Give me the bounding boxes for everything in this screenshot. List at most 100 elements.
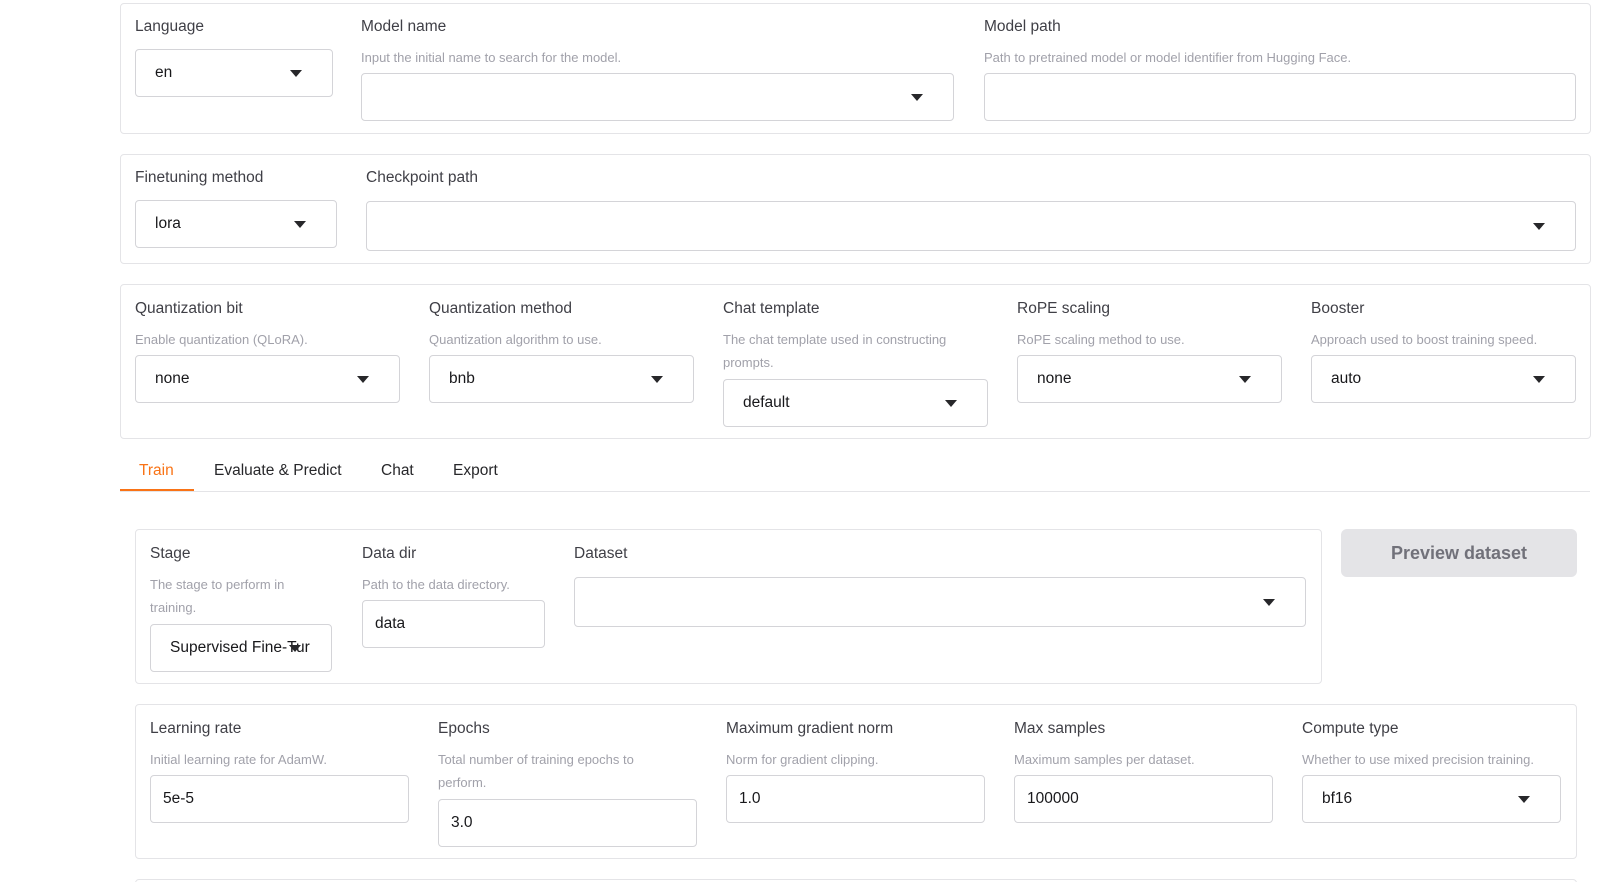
- language-value: en: [155, 64, 173, 81]
- chevron-down-icon: [945, 400, 957, 407]
- finetune-method-dropdown[interactable]: lora: [135, 200, 337, 248]
- chevron-down-icon: [290, 70, 302, 77]
- model-name-info: Input the initial name to search for the…: [361, 50, 622, 65]
- max-grad-norm-field: Maximum gradient norm Norm for gradient …: [726, 720, 985, 824]
- data-dir-info: Path to the data directory.: [362, 577, 510, 592]
- chevron-down-icon: [1263, 599, 1275, 606]
- epochs-input[interactable]: 3.0: [438, 799, 697, 847]
- chat-template-label: Chat template: [723, 300, 820, 317]
- chevron-down-icon: [1533, 223, 1545, 230]
- finetune-method-label: Finetuning method: [135, 169, 264, 186]
- tab-chat[interactable]: Chat: [381, 462, 414, 480]
- active-tab-indicator: [120, 489, 194, 491]
- epochs-label: Epochs: [438, 720, 490, 737]
- max-samples-value: 100000: [1027, 790, 1079, 807]
- quant-bit-label: Quantization bit: [135, 300, 243, 317]
- booster-field: Booster Approach used to boost training …: [1311, 300, 1576, 404]
- max-samples-label: Max samples: [1014, 720, 1106, 737]
- stage-dropdown[interactable]: Supervised Fine-Tur: [150, 624, 332, 672]
- preview-dataset-button[interactable]: Preview dataset: [1341, 529, 1577, 577]
- learning-rate-value: 5e-5: [163, 790, 195, 807]
- stage-field: Stage The stage to perform in training. …: [150, 545, 332, 673]
- chevron-down-icon: [651, 376, 663, 383]
- chat-template-field: Chat template The chat template used in …: [723, 300, 988, 428]
- quant-method-dropdown[interactable]: bnb: [429, 355, 694, 403]
- chat-template-value: default: [743, 394, 790, 411]
- chevron-down-icon: [357, 376, 369, 383]
- booster-info: Approach used to boost training speed.: [1311, 332, 1538, 347]
- rope-scaling-field: RoPE scaling RoPE scaling method to use.…: [1017, 300, 1282, 404]
- tab-evaluate-predict[interactable]: Evaluate & Predict: [214, 462, 342, 480]
- model-path-label: Model path: [984, 18, 1061, 35]
- quant-bit-info: Enable quantization (QLoRA).: [135, 332, 308, 347]
- max-samples-info: Maximum samples per dataset.: [1014, 752, 1195, 767]
- learning-rate-info: Initial learning rate for AdamW.: [150, 752, 328, 767]
- quant-bit-dropdown[interactable]: none: [135, 355, 400, 403]
- max-grad-norm-info: Norm for gradient clipping.: [726, 752, 879, 767]
- compute-type-dropdown[interactable]: bf16: [1302, 775, 1561, 823]
- language-field: Language en: [135, 18, 333, 98]
- checkpoint-path-dropdown[interactable]: [366, 201, 1576, 251]
- compute-type-value: bf16: [1322, 790, 1353, 807]
- finetune-method-field: Finetuning method lora: [135, 169, 337, 249]
- checkpoint-path-field: Checkpoint path: [366, 169, 1576, 251]
- tab-bar: Train Evaluate & Predict Chat Export: [120, 448, 1590, 492]
- model-path-info: Path to pretrained model or model identi…: [984, 50, 1352, 65]
- chevron-down-icon: [1518, 796, 1530, 803]
- model-name-label: Model name: [361, 18, 447, 35]
- max-samples-input[interactable]: 100000: [1014, 775, 1273, 823]
- dataset-label: Dataset: [574, 545, 628, 562]
- tab-train[interactable]: Train: [139, 462, 174, 480]
- chevron-down-icon: [289, 645, 301, 652]
- data-dir-input[interactable]: data: [362, 600, 545, 648]
- compute-type-field: Compute type Whether to use mixed precis…: [1302, 720, 1561, 824]
- finetune-method-value: lora: [155, 215, 181, 232]
- learning-rate-label: Learning rate: [150, 720, 242, 737]
- chevron-down-icon: [1533, 376, 1545, 383]
- quant-method-info: Quantization algorithm to use.: [429, 332, 602, 347]
- quant-method-field: Quantization method Quantization algorit…: [429, 300, 694, 404]
- stage-info: The stage to perform in training.: [150, 577, 285, 615]
- max-grad-norm-value: 1.0: [739, 790, 761, 807]
- quant-method-value: bnb: [449, 370, 475, 387]
- data-dir-label: Data dir: [362, 545, 417, 562]
- learning-rate-field: Learning rate Initial learning rate for …: [150, 720, 409, 824]
- data-dir-field: Data dir Path to the data directory. dat…: [362, 545, 545, 649]
- rope-scaling-info: RoPE scaling method to use.: [1017, 332, 1185, 347]
- checkpoint-path-label: Checkpoint path: [366, 169, 479, 186]
- model-path-input[interactable]: [984, 73, 1576, 121]
- rope-scaling-value: none: [1037, 370, 1072, 387]
- compute-type-info: Whether to use mixed precision training.: [1302, 752, 1534, 767]
- data-dir-value: data: [375, 615, 406, 632]
- dataset-field: Dataset: [574, 545, 1306, 627]
- language-label: Language: [135, 18, 204, 35]
- dataset-dropdown[interactable]: [574, 577, 1306, 627]
- learning-rate-input[interactable]: 5e-5: [150, 775, 409, 823]
- model-name-dropdown[interactable]: [361, 73, 954, 121]
- chat-template-info: The chat template used in constructing p…: [723, 332, 947, 370]
- model-path-field: Model path Path to pretrained model or m…: [984, 18, 1576, 122]
- quant-bit-field: Quantization bit Enable quantization (QL…: [135, 300, 400, 404]
- booster-dropdown[interactable]: auto: [1311, 355, 1576, 403]
- model-name-field: Model name Input the initial name to sea…: [361, 18, 954, 122]
- max-samples-field: Max samples Maximum samples per dataset.…: [1014, 720, 1273, 824]
- epochs-field: Epochs Total number of training epochs t…: [438, 720, 697, 848]
- rope-scaling-dropdown[interactable]: none: [1017, 355, 1282, 403]
- stage-label: Stage: [150, 545, 191, 562]
- compute-type-label: Compute type: [1302, 720, 1399, 737]
- booster-value: auto: [1331, 370, 1362, 387]
- booster-label: Booster: [1311, 300, 1365, 317]
- chevron-down-icon: [911, 94, 923, 101]
- chevron-down-icon: [1239, 376, 1251, 383]
- epochs-info: Total number of training epochs to perfo…: [438, 752, 634, 790]
- chevron-down-icon: [294, 221, 306, 228]
- max-grad-norm-input[interactable]: 1.0: [726, 775, 985, 823]
- tab-export[interactable]: Export: [453, 462, 498, 480]
- max-grad-norm-label: Maximum gradient norm: [726, 720, 894, 737]
- language-dropdown[interactable]: en: [135, 49, 333, 97]
- rope-scaling-label: RoPE scaling: [1017, 300, 1111, 317]
- quant-bit-value: none: [155, 370, 190, 387]
- chat-template-dropdown[interactable]: default: [723, 379, 988, 427]
- epochs-value: 3.0: [451, 814, 473, 831]
- quant-method-label: Quantization method: [429, 300, 573, 317]
